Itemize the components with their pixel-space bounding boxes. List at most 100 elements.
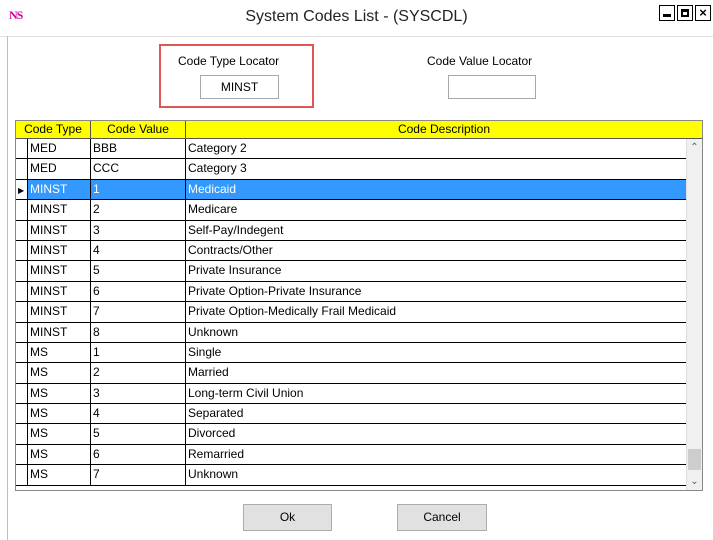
header-code-type[interactable]: Code Type bbox=[16, 121, 91, 138]
code-description-cell[interactable]: Unknown bbox=[186, 323, 688, 342]
row-selector[interactable] bbox=[16, 281, 28, 302]
table-row[interactable]: MS 1 Single bbox=[16, 342, 688, 364]
code-type-cell[interactable]: MINST bbox=[28, 220, 91, 240]
code-description-cell[interactable]: Private Option-Medically Frail Medicaid bbox=[186, 302, 688, 321]
row-selector[interactable] bbox=[16, 363, 28, 383]
row-selector[interactable] bbox=[16, 159, 28, 179]
row-selector[interactable] bbox=[16, 424, 28, 444]
code-value-cell[interactable]: 5 bbox=[91, 424, 186, 444]
code-description-cell[interactable]: Medicaid bbox=[186, 180, 688, 199]
cancel-button[interactable]: Cancel bbox=[397, 504, 487, 531]
header-code-value[interactable]: Code Value bbox=[91, 121, 186, 138]
row-selector[interactable] bbox=[16, 220, 28, 240]
code-type-cell[interactable]: MS bbox=[28, 342, 91, 363]
scroll-thumb[interactable] bbox=[688, 449, 701, 470]
code-type-cell[interactable]: MS bbox=[28, 404, 91, 424]
code-value-cell[interactable]: 2 bbox=[91, 363, 186, 383]
code-value-cell[interactable]: 7 bbox=[91, 302, 186, 322]
minimize-icon[interactable] bbox=[659, 5, 675, 21]
code-type-cell[interactable]: MINST bbox=[28, 322, 91, 342]
code-description-cell[interactable]: Private Insurance bbox=[186, 261, 688, 280]
table-row[interactable]: MS 4 Separated bbox=[16, 404, 688, 425]
code-value-cell[interactable]: 7 bbox=[91, 465, 186, 485]
code-description-cell[interactable]: Divorced bbox=[186, 424, 688, 443]
vertical-scrollbar[interactable]: ⌃ ⌄ bbox=[686, 139, 702, 490]
code-type-locator-input[interactable]: MINST bbox=[200, 75, 279, 99]
row-selector[interactable] bbox=[16, 465, 28, 485]
close-icon[interactable]: × bbox=[695, 5, 711, 21]
code-type-cell[interactable]: MS bbox=[28, 444, 91, 465]
table-row[interactable]: MINST 3 Self-Pay/Indegent bbox=[16, 220, 688, 241]
row-selector[interactable] bbox=[16, 200, 28, 220]
code-type-cell[interactable]: MED bbox=[28, 159, 91, 179]
code-value-cell[interactable]: CCC bbox=[91, 159, 186, 179]
code-description-cell[interactable]: Medicare bbox=[186, 200, 688, 219]
table-row[interactable]: MS 5 Divorced bbox=[16, 424, 688, 445]
row-selector[interactable]: ▶ bbox=[16, 179, 28, 200]
code-type-cell[interactable]: MS bbox=[28, 383, 91, 404]
code-value-cell[interactable]: 1 bbox=[91, 342, 186, 363]
code-type-cell[interactable]: MINST bbox=[28, 261, 91, 281]
code-value-cell[interactable]: 4 bbox=[91, 404, 186, 424]
code-description-cell[interactable]: Contracts/Other bbox=[186, 241, 688, 260]
code-value-cell[interactable]: 5 bbox=[91, 261, 186, 281]
code-description-cell[interactable]: Self-Pay/Indegent bbox=[186, 221, 688, 240]
table-row[interactable]: MS 6 Remarried bbox=[16, 444, 688, 466]
scroll-down-icon[interactable]: ⌄ bbox=[687, 473, 702, 490]
code-description-cell[interactable]: Category 3 bbox=[186, 159, 688, 178]
code-type-cell[interactable]: MINST bbox=[28, 200, 91, 220]
code-type-cell[interactable]: MINST bbox=[28, 281, 91, 302]
table-row[interactable]: MINST 7 Private Option-Medically Frail Med… bbox=[16, 302, 688, 323]
table-row[interactable]: MINST 2 Medicare bbox=[16, 200, 688, 221]
code-description-cell[interactable]: Single bbox=[186, 343, 688, 362]
code-value-locator-input[interactable] bbox=[448, 75, 536, 99]
code-type-cell[interactable]: MINST bbox=[28, 179, 91, 200]
code-type-cell[interactable]: MS bbox=[28, 424, 91, 444]
code-value-cell[interactable]: 8 bbox=[91, 322, 186, 342]
row-selector[interactable] bbox=[16, 342, 28, 363]
code-value-cell[interactable]: 4 bbox=[91, 240, 186, 261]
code-value-cell[interactable]: 6 bbox=[91, 444, 186, 465]
code-type-cell[interactable]: MINST bbox=[28, 302, 91, 322]
code-value-cell[interactable]: 2 bbox=[91, 200, 186, 220]
table-row[interactable]: MS 7 Unknown bbox=[16, 465, 688, 486]
code-value-cell[interactable]: 3 bbox=[91, 383, 186, 404]
row-selector[interactable] bbox=[16, 383, 28, 404]
row-selector[interactable] bbox=[16, 322, 28, 342]
code-description-cell[interactable]: Long-term Civil Union bbox=[186, 384, 688, 403]
code-type-cell[interactable]: MINST bbox=[28, 240, 91, 261]
table-row[interactable]: MINST 6 Private Option-Private Insurance bbox=[16, 281, 688, 303]
row-selector[interactable] bbox=[16, 444, 28, 465]
code-type-cell[interactable]: MS bbox=[28, 465, 91, 485]
row-selector[interactable] bbox=[16, 404, 28, 424]
row-selector[interactable] bbox=[16, 139, 28, 159]
ok-button[interactable]: Ok bbox=[243, 504, 332, 531]
table-row[interactable]: ▶ MINST 1 Medicaid bbox=[16, 179, 688, 201]
table-row[interactable]: MINST 8 Unknown bbox=[16, 322, 688, 343]
code-value-cell[interactable]: 6 bbox=[91, 281, 186, 302]
code-value-cell[interactable]: BBB bbox=[91, 139, 186, 159]
window-title: System Codes List - (SYSCDL) bbox=[245, 8, 468, 25]
maximize-icon[interactable] bbox=[677, 5, 693, 21]
row-selector[interactable] bbox=[16, 240, 28, 261]
table-row[interactable]: MS 3 Long-term Civil Union bbox=[16, 383, 688, 405]
row-selector[interactable] bbox=[16, 261, 28, 281]
header-code-description[interactable]: Code Description bbox=[186, 121, 702, 138]
code-description-cell[interactable]: Separated bbox=[186, 404, 688, 423]
code-description-cell[interactable]: Private Option-Private Insurance bbox=[186, 282, 688, 301]
row-selector[interactable] bbox=[16, 302, 28, 322]
code-value-cell[interactable]: 3 bbox=[91, 220, 186, 240]
code-value-cell[interactable]: 1 bbox=[91, 179, 186, 200]
code-type-cell[interactable]: MS bbox=[28, 363, 91, 383]
table-row[interactable]: MED CCC Category 3 bbox=[16, 159, 688, 180]
table-row[interactable]: MS 2 Married bbox=[16, 363, 688, 384]
code-type-cell[interactable]: MED bbox=[28, 139, 91, 159]
table-row[interactable]: MINST 4 Contracts/Other bbox=[16, 240, 688, 262]
code-description-cell[interactable]: Married bbox=[186, 363, 688, 382]
scroll-up-icon[interactable]: ⌃ bbox=[687, 139, 702, 156]
code-description-cell[interactable]: Category 2 bbox=[186, 139, 688, 158]
code-description-cell[interactable]: Unknown bbox=[186, 465, 688, 484]
table-row[interactable]: MED BBB Category 2 bbox=[16, 139, 688, 160]
table-row[interactable]: MINST 5 Private Insurance bbox=[16, 261, 688, 282]
code-description-cell[interactable]: Remarried bbox=[186, 445, 688, 464]
